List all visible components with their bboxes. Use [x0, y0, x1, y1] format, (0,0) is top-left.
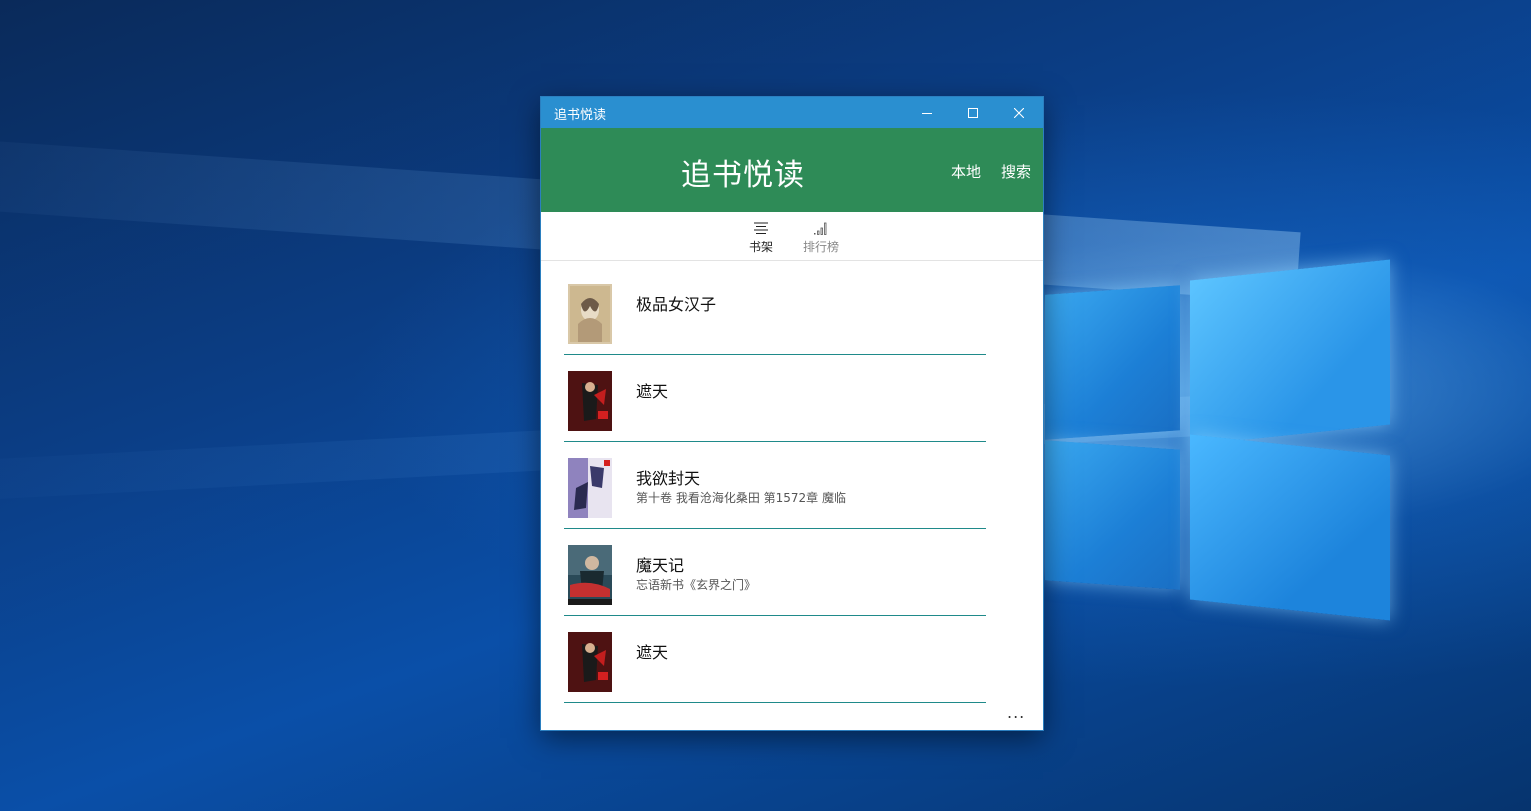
book-cover-image: [568, 632, 612, 692]
book-title: 魔天记: [636, 556, 685, 575]
bookshelf-list: 极品女汉子 遮天 我欲封天 第十卷 我看沧海化桑田 第1572章 魔临 魔天记 …: [564, 269, 986, 703]
book-cover-image: [568, 545, 612, 605]
tab-ranking[interactable]: 排行榜: [791, 222, 851, 255]
book-latest-chapter: 忘语新书《玄界之门》: [636, 578, 757, 592]
book-title: 我欲封天: [636, 469, 701, 488]
book-cover-image: [568, 284, 612, 344]
close-button[interactable]: [996, 97, 1042, 128]
search-button[interactable]: 搜索: [1001, 161, 1031, 182]
book-item[interactable]: 我欲封天 第十卷 我看沧海化桑田 第1572章 魔临: [564, 443, 986, 529]
tab-ranking-label: 排行榜: [802, 240, 839, 254]
minimize-icon: [922, 112, 932, 114]
book-title: 遮天: [636, 643, 669, 662]
tab-bookshelf-label: 书架: [748, 240, 773, 254]
local-button[interactable]: 本地: [951, 161, 981, 182]
book-cover-image: [568, 458, 612, 518]
book-item[interactable]: 遮天: [564, 617, 986, 703]
more-options-button[interactable]: ...: [1007, 703, 1025, 722]
book-latest-chapter: 第十卷 我看沧海化桑田 第1572章 魔临: [636, 491, 846, 505]
maximize-button[interactable]: [950, 97, 996, 128]
bookshelf-icon: [754, 222, 768, 234]
maximize-icon: [968, 107, 978, 118]
window-title: 追书悦读: [554, 108, 607, 123]
ranking-icon: [814, 222, 827, 235]
windows-logo: [1040, 255, 1400, 625]
book-item[interactable]: 魔天记 忘语新书《玄界之门》: [564, 530, 986, 616]
app-title: 追书悦读: [681, 158, 805, 193]
tab-bar: 书架 排行榜: [541, 212, 1043, 261]
tab-bookshelf[interactable]: 书架: [731, 222, 791, 255]
app-header: 追书悦读 本地 搜索: [541, 128, 1043, 212]
book-title: 极品女汉子: [636, 295, 717, 314]
title-bar[interactable]: 追书悦读: [541, 97, 1043, 128]
minimize-button[interactable]: [904, 97, 950, 128]
book-item[interactable]: 遮天: [564, 356, 986, 442]
book-title: 遮天: [636, 382, 669, 401]
book-item[interactable]: 极品女汉子: [564, 269, 986, 355]
app-window: 追书悦读 追书悦读 本地 搜索 书架 排行榜 极品女汉子 遮天 我欲封天 第十卷…: [541, 97, 1043, 730]
close-icon: [1014, 107, 1024, 118]
book-cover-image: [568, 371, 612, 431]
